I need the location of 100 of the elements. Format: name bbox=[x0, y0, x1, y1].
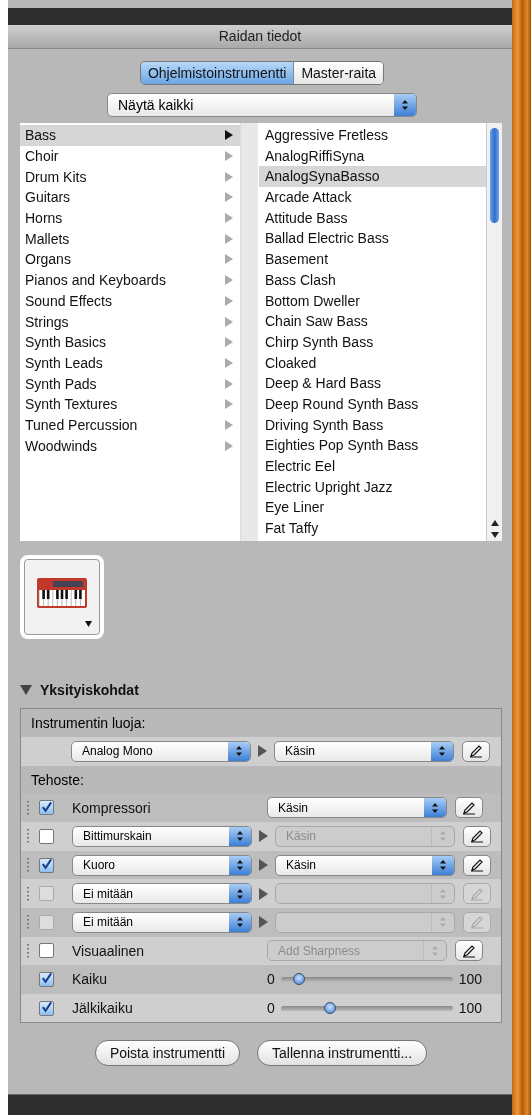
effect-name: Jälkikaiku bbox=[72, 1000, 134, 1017]
arrow-icon bbox=[225, 254, 233, 265]
patch-item[interactable]: Deep & Hard Bass bbox=[259, 373, 486, 394]
patch-item[interactable]: Chain Saw Bass bbox=[259, 311, 486, 332]
arrow-icon bbox=[225, 440, 233, 451]
drag-handle[interactable] bbox=[27, 885, 30, 902]
instrument-button[interactable] bbox=[20, 555, 104, 639]
patch-item[interactable]: Electric Eel bbox=[259, 456, 486, 477]
checkbox[interactable] bbox=[39, 943, 54, 959]
pencil-icon bbox=[469, 744, 483, 759]
stepper-icon bbox=[431, 801, 439, 814]
slider-thumb[interactable] bbox=[292, 972, 305, 985]
scroll-up-icon[interactable] bbox=[490, 520, 499, 526]
category-item[interactable]: Choir bbox=[20, 145, 240, 167]
effect-dropdown[interactable]: Bittimurskain bbox=[72, 826, 252, 847]
filter-dropdown[interactable]: Näytä kaikki bbox=[107, 93, 417, 117]
category-item[interactable]: Guitars bbox=[20, 187, 240, 208]
pencil-icon bbox=[470, 858, 484, 873]
category-item[interactable]: Synth Textures bbox=[20, 393, 240, 415]
category-item[interactable]: Organs bbox=[20, 249, 240, 270]
patch-item[interactable]: AnalogRiffiSyna bbox=[259, 145, 486, 167]
patch-item[interactable]: Fat Taffy bbox=[259, 518, 486, 539]
patch-item[interactable]: Deep Round Synth Bass bbox=[259, 393, 486, 415]
pencil-icon bbox=[470, 886, 484, 901]
patch-item[interactable]: Aggressive Fretless bbox=[259, 125, 486, 146]
patch-item[interactable]: Arcade Attack bbox=[259, 187, 486, 208]
slider[interactable] bbox=[280, 976, 453, 982]
slider-min: 0 bbox=[267, 1000, 275, 1017]
stepper-icon bbox=[236, 859, 244, 872]
generator-dropdown[interactable]: Analog Mono bbox=[71, 740, 251, 762]
patch-item[interactable]: Eighties Pop Synth Bass bbox=[259, 435, 486, 456]
edit-button[interactable] bbox=[463, 854, 491, 876]
scroll-down-icon[interactable] bbox=[490, 532, 499, 538]
category-item[interactable]: Drum Kits bbox=[20, 166, 240, 188]
drag-handle[interactable] bbox=[27, 942, 30, 959]
edit-button[interactable] bbox=[463, 826, 491, 847]
action-button[interactable]: Poista instrumentti bbox=[94, 1040, 241, 1067]
stepper-icon bbox=[235, 745, 243, 758]
drag-handle[interactable] bbox=[27, 857, 30, 874]
drag-handle[interactable] bbox=[27, 799, 30, 816]
drag-handle[interactable] bbox=[27, 914, 30, 931]
effect-name: Kaiku bbox=[72, 971, 109, 988]
patch-item[interactable]: Cloaked bbox=[259, 352, 486, 374]
edit-button[interactable] bbox=[455, 797, 483, 819]
action-button[interactable]: Tallenna instrumentti... bbox=[257, 1040, 428, 1067]
effect-name: Kompressori bbox=[72, 799, 152, 816]
patch-item[interactable]: Ballad Electric Bass bbox=[259, 228, 486, 250]
patch-item[interactable]: Eye Liner bbox=[259, 497, 486, 519]
preset-dropdown[interactable]: Käsin bbox=[267, 797, 447, 819]
arrow-icon bbox=[225, 399, 233, 410]
window-title: Raidan tiedot bbox=[8, 25, 512, 49]
preset-dropdown[interactable]: Käsin bbox=[275, 854, 455, 876]
checkbox[interactable] bbox=[39, 829, 54, 844]
patch-item[interactable]: Chirp Synth Bass bbox=[259, 331, 486, 353]
patch-item[interactable]: Basement bbox=[259, 249, 486, 270]
preset-dropdown[interactable]: Käsin bbox=[274, 740, 454, 762]
tab[interactable]: Ohjelmistoinstrumentti bbox=[140, 62, 294, 84]
edit-button[interactable] bbox=[462, 740, 490, 762]
effect-dropdown[interactable]: Ei mitään bbox=[72, 911, 252, 933]
category-item[interactable]: Tuned Percussion bbox=[20, 414, 240, 436]
category-item[interactable]: Strings bbox=[20, 311, 240, 332]
category-item[interactable]: Pianos and Keyboards bbox=[20, 269, 240, 291]
category-item[interactable]: Sound Effects bbox=[20, 290, 240, 312]
category-item[interactable]: Synth Leads bbox=[20, 352, 240, 374]
patch-item[interactable]: Bottom Dweller bbox=[259, 290, 486, 312]
slider-thumb[interactable] bbox=[323, 1001, 336, 1014]
slider[interactable] bbox=[280, 1005, 453, 1011]
arrow-icon bbox=[258, 745, 267, 758]
tab[interactable]: Master-raita bbox=[293, 62, 384, 84]
effect-dropdown[interactable]: Ei mitään bbox=[72, 883, 252, 905]
arrow-icon bbox=[225, 192, 233, 203]
scroll-thumb[interactable] bbox=[490, 128, 499, 223]
patch-item[interactable]: Attitude Bass bbox=[259, 207, 486, 229]
category-item[interactable]: Synth Pads bbox=[20, 373, 240, 394]
stepper-icon bbox=[236, 916, 244, 929]
stepper-icon bbox=[236, 830, 244, 843]
patch-item[interactable]: Electric Upright Jazz bbox=[259, 476, 486, 498]
checkbox[interactable] bbox=[39, 1000, 54, 1016]
edit-button[interactable] bbox=[455, 940, 483, 962]
category-item[interactable]: Mallets bbox=[20, 228, 240, 250]
checkbox[interactable] bbox=[39, 800, 54, 816]
category-item[interactable]: Woodwinds bbox=[20, 435, 240, 456]
arrow-icon bbox=[225, 213, 233, 224]
arrow-icon bbox=[259, 859, 268, 872]
patch-item[interactable]: Bass Clash bbox=[259, 269, 486, 291]
patch-item[interactable]: Driving Synth Bass bbox=[259, 414, 486, 436]
stepper-icon bbox=[401, 99, 409, 111]
pencil-icon bbox=[470, 829, 484, 844]
details-disclosure[interactable]: Yksityiskohdat bbox=[20, 682, 139, 698]
category-item[interactable]: Bass bbox=[20, 125, 240, 146]
effect-dropdown[interactable]: Kuoro bbox=[72, 854, 252, 876]
arrow-icon bbox=[225, 337, 233, 348]
checkbox[interactable] bbox=[39, 971, 54, 987]
drag-handle[interactable] bbox=[27, 828, 30, 845]
category-item[interactable]: Synth Basics bbox=[20, 331, 240, 353]
stepper-icon bbox=[439, 859, 447, 872]
scrollbar[interactable] bbox=[486, 123, 502, 541]
patch-item[interactable]: AnalogSynaBasso bbox=[259, 166, 486, 188]
category-item[interactable]: Horns bbox=[20, 207, 240, 229]
checkbox[interactable] bbox=[39, 857, 54, 873]
